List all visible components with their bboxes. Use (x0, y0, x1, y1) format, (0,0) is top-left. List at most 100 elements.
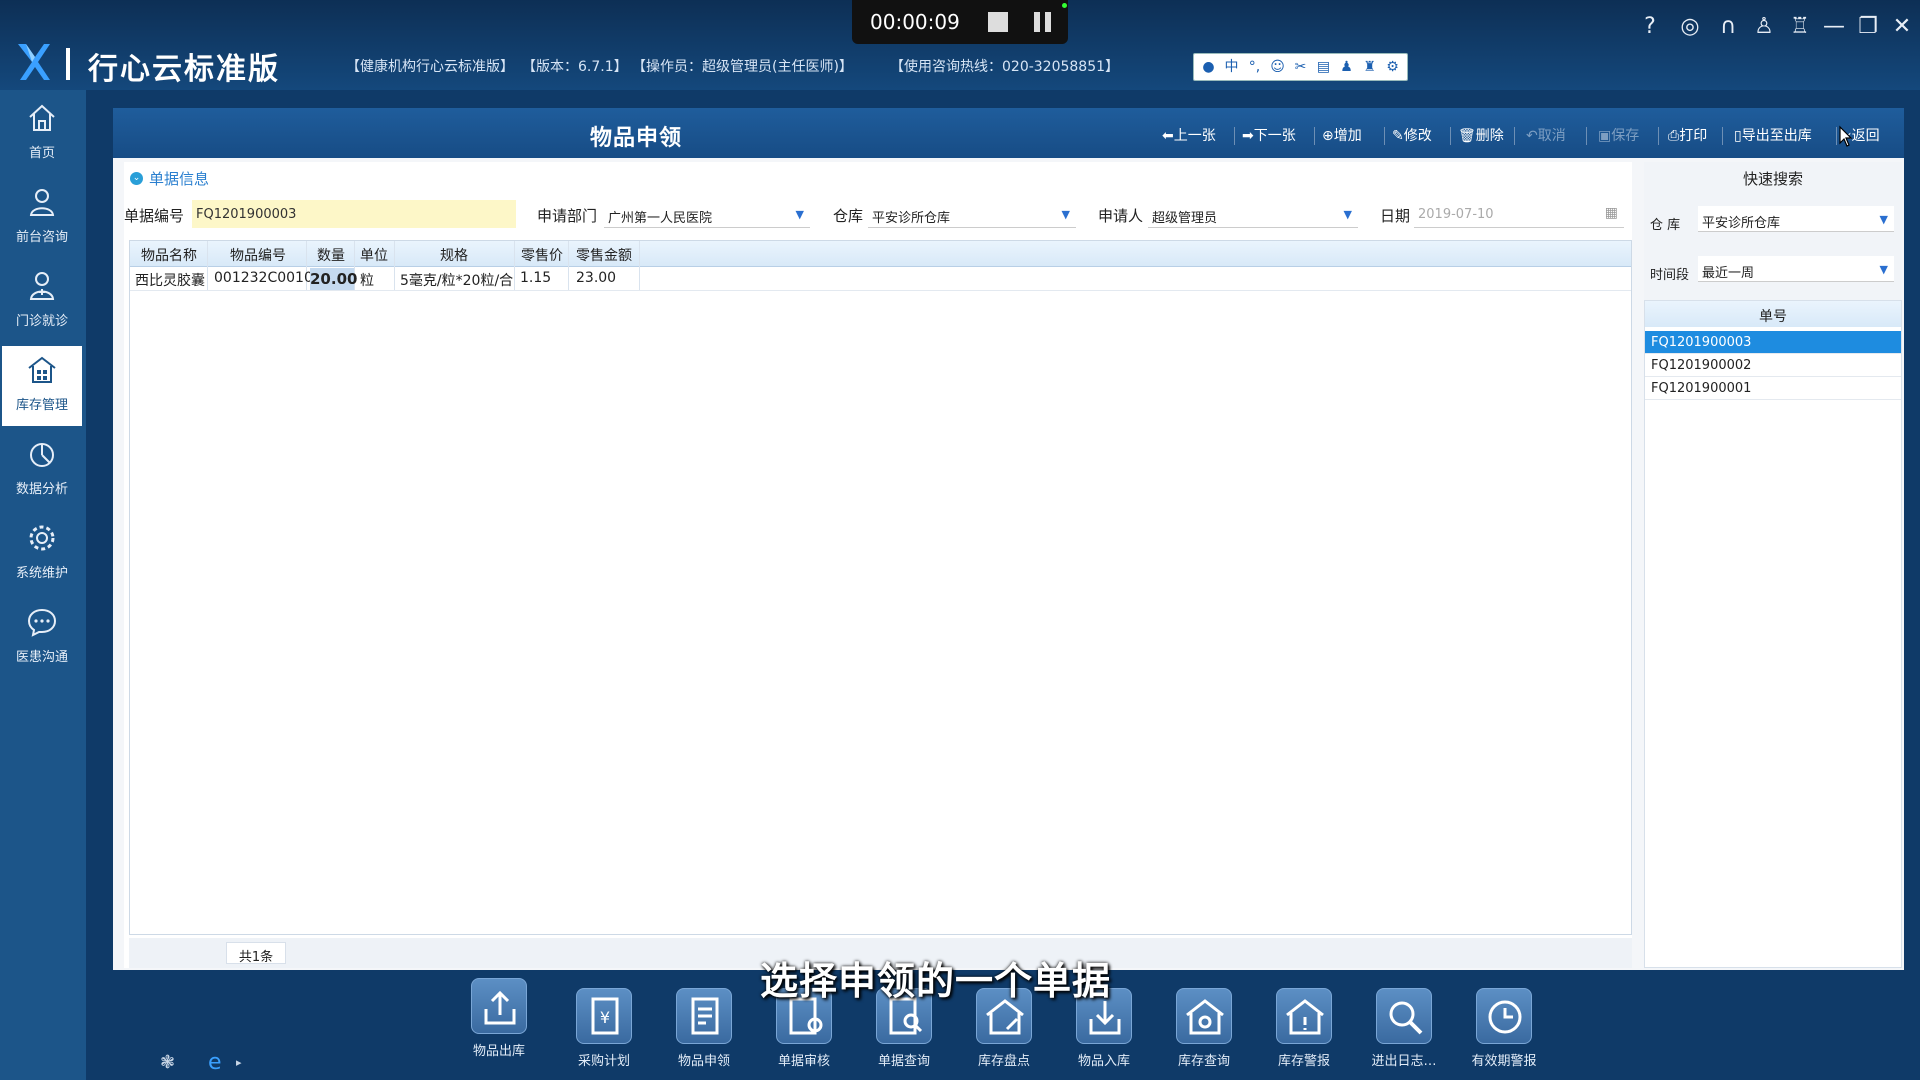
maximize-icon[interactable]: ❐ (1854, 14, 1882, 39)
edit-button[interactable]: ✎修改 (1392, 125, 1432, 145)
row-divider (130, 290, 1631, 291)
sidebar-item-outpatient[interactable]: 门诊就诊 (2, 262, 82, 340)
date-label: 日期 (1380, 207, 1411, 225)
cell-item-name[interactable]: 西比灵胶囊 (135, 270, 205, 290)
video-subtitle: 选择申领的一个单据 (760, 959, 1112, 1003)
dropdown-arrow-icon[interactable]: ▼ (796, 208, 804, 221)
add-button[interactable]: ⊕增加 (1322, 125, 1362, 145)
cell-amount[interactable]: 23.00 (576, 270, 616, 286)
minimize-icon[interactable]: — (1820, 14, 1848, 39)
arrow-left-icon: ⬅ (1162, 128, 1174, 144)
prev-button[interactable]: ⬅上一张 (1162, 125, 1216, 145)
print-button[interactable]: ⎙打印 (1668, 125, 1707, 145)
chat-bubble-icon (27, 608, 57, 637)
sidebar-item-inventory[interactable]: 库存管理 (2, 346, 82, 426)
close-icon[interactable]: ✕ (1888, 14, 1916, 39)
cell-price[interactable]: 1.15 (520, 270, 551, 286)
doc-list-item[interactable]: FQ1201900003 (1645, 331, 1901, 354)
warehouse-icon (28, 356, 56, 383)
date-field[interactable]: 2019-07-10 ▦ (1414, 200, 1624, 228)
doctor-icon (29, 272, 55, 300)
column-header[interactable]: 物品名称 (134, 245, 204, 265)
column-header[interactable]: 规格 (396, 245, 512, 265)
user-icon[interactable]: ♙ (1750, 14, 1778, 39)
warehouse-label: 仓库 (833, 207, 864, 225)
doc-list-header[interactable]: 单号 (1645, 301, 1901, 327)
bottom-item-stock-query[interactable]: 库存查询 (1164, 988, 1244, 1069)
sidebar-item-label: 医患沟通 (15, 650, 68, 665)
doc-list-item[interactable]: FQ1201900001 (1645, 377, 1901, 400)
cell-item-code[interactable]: 001232C0010 (214, 270, 313, 286)
bottom-item-outbound[interactable]: 物品出库 (459, 978, 539, 1059)
bottom-item-item-request[interactable]: 物品申领 (664, 988, 744, 1069)
recorder-time: 00:00:09 (870, 10, 960, 34)
dropdown-arrow-icon[interactable]: ▼ (1062, 208, 1070, 221)
dropdown-arrow-icon[interactable]: ▼ (1344, 208, 1352, 221)
browser-icon[interactable]: e (208, 1050, 222, 1075)
bottom-item-io-log[interactable]: 进出日志… (1364, 988, 1444, 1069)
column-divider (394, 241, 395, 291)
sidebar-item-data-analysis[interactable]: 数据分析 (2, 430, 82, 508)
column-header[interactable]: 零售价 (516, 245, 568, 265)
shirt-icon[interactable]: ♜ (1361, 59, 1378, 76)
chinese-input-icon[interactable]: 中 (1223, 59, 1240, 76)
pencil-icon: ✎ (1392, 128, 1404, 144)
doc-no-field[interactable]: FQ1201900003 (192, 200, 516, 228)
stop-recording-button[interactable] (988, 12, 1008, 32)
bottom-item-stock-alert[interactable]: 库存警报 (1264, 988, 1344, 1069)
qs-warehouse-select[interactable]: 平安诊所仓库 ▼ (1698, 206, 1894, 232)
receptionist-icon (29, 189, 55, 216)
tray-icon[interactable]: ❃ (160, 1052, 175, 1073)
help-icon[interactable]: ? (1636, 14, 1664, 39)
magnifier-icon (1376, 988, 1432, 1044)
sidebar-item-doctor-patient[interactable]: 医患沟通 (2, 598, 82, 676)
sidebar-item-home[interactable]: 首页 (2, 94, 82, 172)
calendar-icon[interactable]: ▦ (1605, 205, 1618, 221)
dropdown-arrow-icon[interactable]: ▼ (1880, 263, 1888, 276)
warehouse-select[interactable]: 平安诊所仓库 ▼ (868, 200, 1076, 228)
delete-button[interactable]: 🗑删除 (1458, 125, 1504, 145)
collapse-icon[interactable]: ⌄ (130, 172, 143, 185)
sidebar-item-label: 库存管理 (15, 398, 68, 413)
dept-select[interactable]: 广州第一人民医院 ▼ (604, 200, 810, 228)
cell-spec[interactable]: 5毫克/粒*20粒/合 (400, 270, 513, 290)
column-divider (639, 241, 640, 291)
person-icon[interactable]: ♟ (1338, 59, 1355, 76)
dropdown-arrow-icon[interactable]: ▼ (1880, 213, 1888, 226)
skin-icon[interactable]: ♖ (1786, 14, 1814, 39)
cancel-button[interactable]: ↶取消 (1526, 125, 1566, 145)
bottom-item-expiry-alert[interactable]: 有效期警报 (1464, 988, 1544, 1069)
sidebar-item-front-desk[interactable]: 前台咨询 (2, 178, 82, 256)
sidebar-item-system[interactable]: 系统维护 (2, 514, 82, 592)
qs-period-select[interactable]: 最近一周 ▼ (1698, 256, 1894, 282)
headset-icon[interactable]: ∩ (1714, 14, 1742, 39)
section-header[interactable]: ⌄ 单据信息 (130, 168, 209, 189)
mouse-cursor-icon (1839, 125, 1853, 147)
emoji-icon[interactable]: ☺ (1269, 59, 1286, 76)
qs-warehouse-label: 仓 库 (1650, 218, 1681, 233)
column-header[interactable]: 数量 (308, 245, 354, 265)
user-circle-icon[interactable]: ● (1200, 59, 1217, 76)
applicant-select[interactable]: 超级管理员 ▼ (1148, 200, 1358, 228)
scissors-icon[interactable]: ✂ (1292, 59, 1309, 76)
keyboard-icon[interactable]: ▤ (1315, 59, 1332, 76)
column-header[interactable]: 物品编号 (210, 245, 306, 265)
column-header[interactable]: 单位 (356, 245, 392, 265)
gear-icon[interactable]: ⚙ (1384, 59, 1401, 76)
cell-unit[interactable]: 粒 (360, 270, 374, 290)
svg-text:¥: ¥ (600, 1008, 610, 1027)
ime-toolstrip[interactable]: ● 中 °, ☺ ✂ ▤ ♟ ♜ ⚙ (1193, 53, 1408, 81)
column-header[interactable]: 零售金额 (570, 245, 638, 265)
save-button[interactable]: ▣保存 (1598, 125, 1639, 145)
punctuation-icon[interactable]: °, (1246, 59, 1263, 76)
bottom-item-purchase-plan[interactable]: ¥ 采购计划 (564, 988, 644, 1069)
cell-quantity[interactable]: 20.00 (310, 268, 357, 290)
pie-chart-icon (30, 443, 54, 467)
pause-recording-button[interactable] (1034, 12, 1051, 32)
doc-list-item[interactable]: FQ1201900002 (1645, 354, 1901, 377)
column-divider (568, 241, 569, 291)
export-to-outbound-button[interactable]: ▯导出至出库 (1734, 125, 1812, 145)
next-button[interactable]: ➡下一张 (1242, 125, 1296, 145)
expand-arrow-icon[interactable]: ▸ (236, 1056, 242, 1069)
wechat-icon[interactable]: ◎ (1676, 14, 1704, 39)
